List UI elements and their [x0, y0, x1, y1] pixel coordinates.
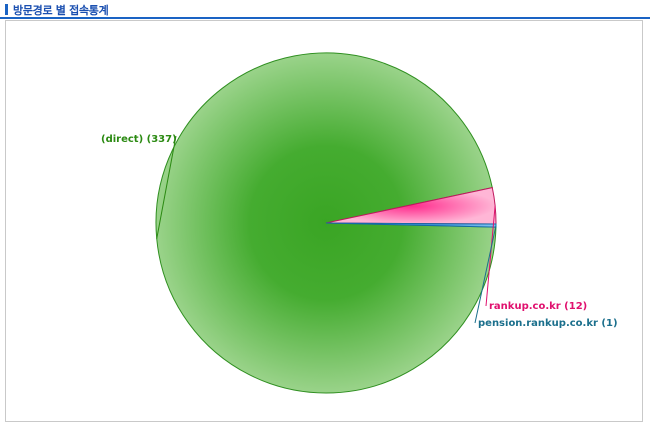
pie-label-pension: pension.rankup.co.kr (1) [478, 318, 618, 329]
pie-label-rankup: rankup.co.kr (12) [489, 301, 587, 312]
pie-label-direct: (direct) (337) [101, 134, 177, 145]
pie-chart: (direct) (337) rankup.co.kr (12) pension.r… [101, 52, 618, 394]
